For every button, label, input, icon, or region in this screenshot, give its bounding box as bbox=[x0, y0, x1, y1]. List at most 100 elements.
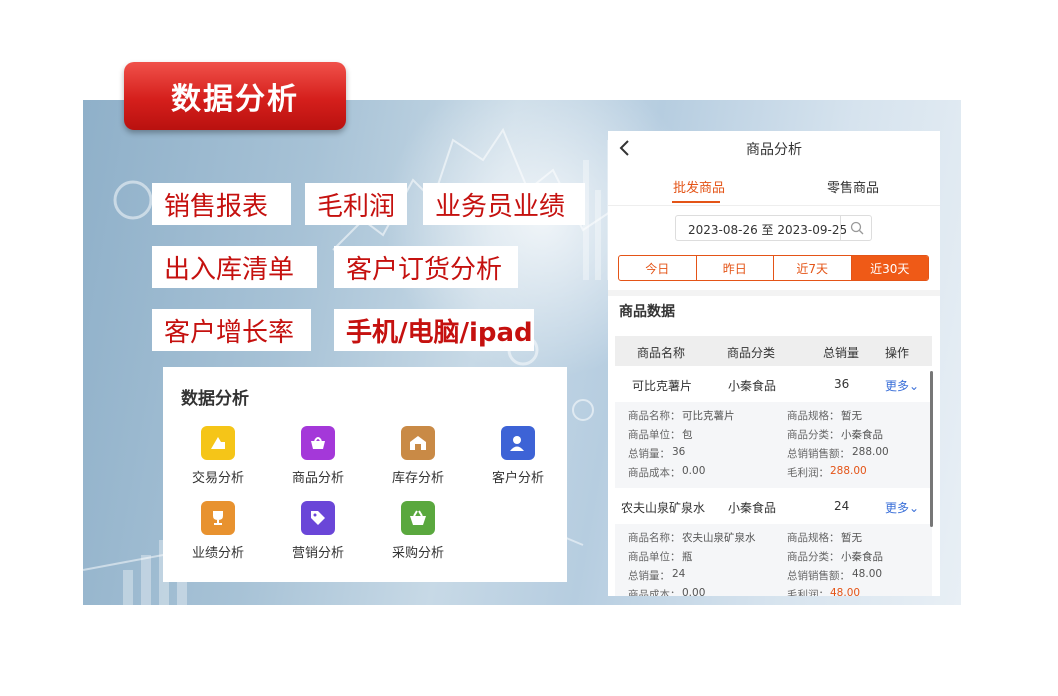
customer-icon bbox=[501, 426, 535, 460]
grid-item-marketing[interactable]: 营销分析 bbox=[278, 501, 358, 561]
detail-cost-label: 商品成本： bbox=[628, 467, 681, 479]
grid-item-label: 采购分析 bbox=[391, 546, 444, 561]
tag-inventory-list: 出入库清单 bbox=[152, 246, 317, 288]
detail-qty-value: 24 bbox=[672, 568, 686, 580]
grid-item-product[interactable]: 商品分析 bbox=[278, 426, 358, 486]
tag-salesperson-performance: 业务员业绩 bbox=[423, 183, 585, 225]
detail-profit-label: 毛利润： bbox=[787, 589, 829, 596]
detail-qty-label: 总销量： bbox=[628, 448, 670, 460]
row-summary: 农夫山泉矿泉水 小秦食品 24 更多⌄ bbox=[615, 488, 932, 524]
table-row: 农夫山泉矿泉水 小秦食品 24 更多⌄ 商品名称： 农夫山泉矿泉水 商品规格： … bbox=[615, 488, 932, 596]
row-detail: 商品名称： 农夫山泉矿泉水 商品规格： 暂无 商品单位： 瓶 商品分类： 小秦食… bbox=[615, 524, 932, 596]
detail-profit-label: 毛利润： bbox=[787, 467, 829, 479]
grid-item-transaction[interactable]: 交易分析 bbox=[178, 426, 258, 486]
range-yesterday[interactable]: 昨日 bbox=[697, 256, 774, 280]
detail-unit-label: 商品单位： bbox=[628, 429, 681, 441]
range-30-days[interactable]: 近30天 bbox=[851, 256, 928, 280]
tab-retail[interactable]: 零售商品 bbox=[827, 177, 879, 196]
grid-item-purchase[interactable]: 采购分析 bbox=[378, 501, 458, 561]
page-title-badge: 数据分析 bbox=[124, 62, 346, 130]
marketing-tag-icon bbox=[301, 501, 335, 535]
range-7-days[interactable]: 近7天 bbox=[774, 256, 852, 280]
warehouse-icon bbox=[401, 426, 435, 460]
detail-qty-value: 36 bbox=[672, 446, 686, 458]
row-category: 小秦食品 bbox=[728, 501, 777, 515]
product-basket-icon bbox=[301, 426, 335, 460]
detail-name-value: 可比克薯片 bbox=[682, 410, 735, 422]
panel-title: 商品分析 bbox=[746, 142, 802, 158]
detail-unit-label: 商品单位： bbox=[628, 551, 681, 563]
grid-item-customer[interactable]: 客户分析 bbox=[478, 426, 558, 486]
date-range-picker[interactable]: 2023-08-26 至 2023-09-25 bbox=[675, 215, 872, 241]
row-category: 小秦食品 bbox=[728, 379, 777, 393]
row-name: 可比克薯片 bbox=[632, 379, 693, 393]
detail-name-value: 农夫山泉矿泉水 bbox=[682, 532, 756, 544]
tab-wholesale[interactable]: 批发商品 bbox=[673, 177, 725, 196]
detail-profit-value: 288.00 bbox=[830, 465, 867, 477]
tag-customer-order-analysis: 客户订货分析 bbox=[334, 246, 518, 288]
detail-category-label: 商品分类： bbox=[787, 429, 840, 441]
section-divider bbox=[608, 290, 940, 296]
table-row: 可比克薯片 小秦食品 36 更多⌄ 商品名称： 可比克薯片 商品规格： 暂无 商… bbox=[615, 366, 932, 488]
section-title: 商品数据 bbox=[619, 304, 675, 320]
product-analysis-panel: 商品分析 批发商品 零售商品 2023-08-26 至 2023-09-25 今… bbox=[608, 131, 940, 596]
grid-item-label: 业绩分析 bbox=[191, 546, 244, 561]
tag-gross-profit: 毛利润 bbox=[305, 183, 407, 225]
detail-category-label: 商品分类： bbox=[787, 551, 840, 563]
tag-sales-report: 销售报表 bbox=[152, 183, 291, 225]
grid-item-label: 营销分析 bbox=[291, 546, 344, 561]
more-button[interactable]: 更多⌄ bbox=[885, 377, 919, 394]
row-sales: 36 bbox=[834, 377, 850, 391]
column-header-name: 商品名称 bbox=[637, 346, 686, 360]
detail-name-label: 商品名称： bbox=[628, 410, 681, 422]
data-analysis-card: 数据分析 交易分析 商品分析 库存分析 客户分析 业绩分析 营销分析 采购分析 bbox=[163, 367, 567, 582]
more-button-label: 更多 bbox=[885, 501, 910, 515]
detail-category-value: 小秦食品 bbox=[841, 429, 883, 441]
row-detail: 商品名称： 可比克薯片 商品规格： 暂无 商品单位： 包 商品分类： 小秦食品 … bbox=[615, 402, 932, 488]
more-button[interactable]: 更多⌄ bbox=[885, 499, 919, 516]
grid-item-label: 客户分析 bbox=[491, 471, 544, 486]
row-sales: 24 bbox=[834, 499, 850, 513]
grid-item-inventory[interactable]: 库存分析 bbox=[378, 426, 458, 486]
column-header-sales: 总销量 bbox=[823, 346, 860, 360]
row-summary: 可比克薯片 小秦食品 36 更多⌄ bbox=[615, 366, 932, 402]
detail-spec-value: 暂无 bbox=[841, 410, 862, 422]
grid-item-performance[interactable]: 业绩分析 bbox=[178, 501, 258, 561]
active-tab-indicator bbox=[672, 201, 720, 203]
range-today[interactable]: 今日 bbox=[619, 256, 697, 280]
chevron-down-icon: ⌄ bbox=[909, 501, 920, 515]
tag-customer-growth: 客户增长率 bbox=[152, 309, 311, 351]
card-title: 数据分析 bbox=[181, 389, 249, 409]
detail-qty-label: 总销量： bbox=[628, 570, 670, 582]
detail-cost-value: 0.00 bbox=[682, 587, 706, 596]
detail-amount-label: 总销销售额： bbox=[787, 570, 850, 582]
date-range-value: 2023-08-26 至 2023-09-25 bbox=[688, 223, 848, 237]
detail-name-label: 商品名称： bbox=[628, 532, 681, 544]
detail-spec-label: 商品规格： bbox=[787, 532, 840, 544]
trophy-icon bbox=[201, 501, 235, 535]
scrollbar[interactable] bbox=[930, 371, 933, 527]
detail-amount-value: 48.00 bbox=[852, 568, 883, 580]
grid-item-label: 库存分析 bbox=[391, 471, 444, 486]
detail-cost-label: 商品成本： bbox=[628, 589, 681, 596]
column-header-category: 商品分类 bbox=[727, 346, 776, 360]
purchase-basket-icon bbox=[401, 501, 435, 535]
column-header-action: 操作 bbox=[885, 346, 910, 360]
row-name: 农夫山泉矿泉水 bbox=[621, 501, 706, 515]
search-icon[interactable] bbox=[840, 216, 872, 240]
detail-spec-value: 暂无 bbox=[841, 532, 862, 544]
grid-item-label: 交易分析 bbox=[191, 471, 244, 486]
chevron-down-icon: ⌄ bbox=[909, 379, 920, 393]
detail-cost-value: 0.00 bbox=[682, 465, 706, 477]
quick-range-selector: 今日 昨日 近7天 近30天 bbox=[618, 255, 929, 281]
detail-spec-label: 商品规格： bbox=[787, 410, 840, 422]
more-button-label: 更多 bbox=[885, 379, 910, 393]
grid-item-label: 商品分析 bbox=[291, 471, 344, 486]
tag-multi-device: 手机/电脑/ipad bbox=[334, 309, 534, 351]
detail-amount-label: 总销销售额： bbox=[787, 448, 850, 460]
transaction-icon bbox=[201, 426, 235, 460]
detail-unit-value: 瓶 bbox=[682, 551, 693, 563]
detail-profit-value: 48.00 bbox=[830, 587, 861, 596]
table-header: 商品名称 商品分类 总销量 操作 bbox=[615, 336, 932, 366]
detail-category-value: 小秦食品 bbox=[841, 551, 883, 563]
